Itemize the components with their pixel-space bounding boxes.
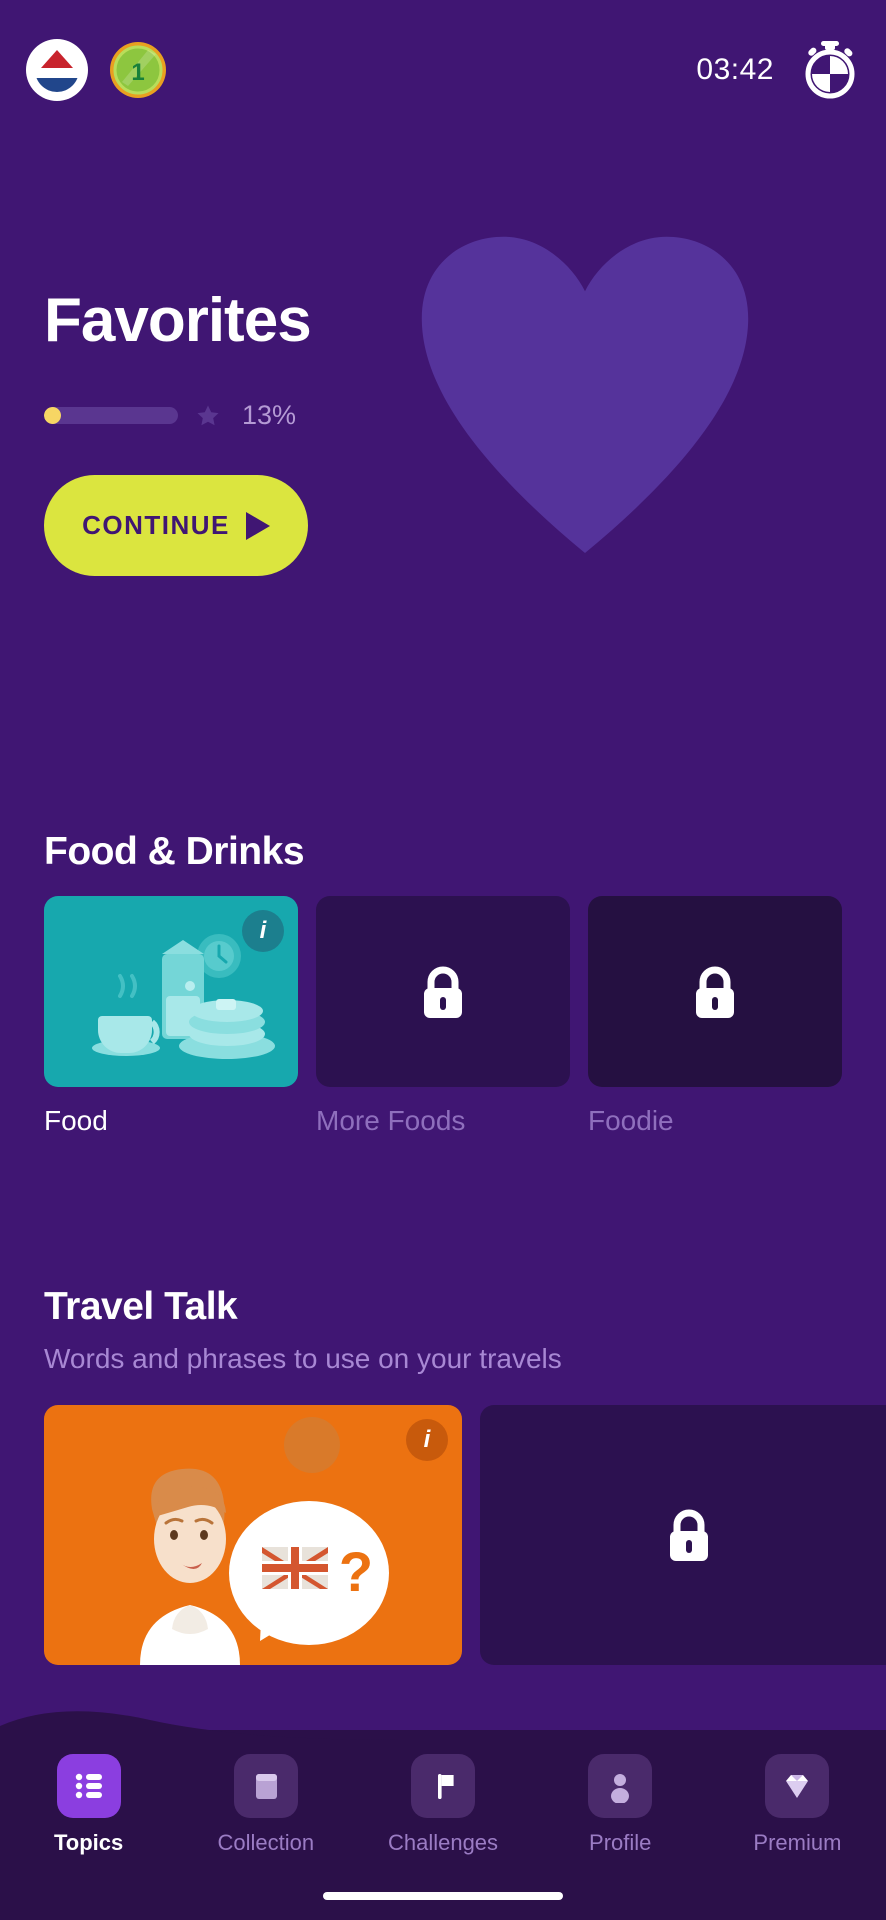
page-title: Favorites [44,286,312,355]
diamond-icon [765,1754,830,1818]
lock-icon [670,1509,708,1561]
card-thumbnail[interactable] [588,896,842,1087]
nav-label: Challenges [387,1830,499,1855]
card-thumbnail[interactable] [316,896,570,1087]
nav-item-profile[interactable]: Profile [532,1754,709,1856]
card-row[interactable]: i Food More Foods Food ie [0,896,886,1137]
topic-card-travel[interactable]: ? i [44,1405,462,1665]
card-thumbnail[interactable]: ? i [44,1405,462,1665]
nav-label: Collection [217,1830,315,1855]
play-icon [245,511,270,540]
coin-icon[interactable]: 1 [108,40,168,100]
top-bar: 1 03:42 [0,0,886,140]
lock-icon [696,966,734,1018]
continue-button-label: CONTINUE [82,510,230,540]
progress-percent: 13% [242,400,297,430]
section-subtitle: Words and phrases to use on your travels [44,1343,562,1374]
nav-label: Profile [589,1830,652,1855]
person-icon [588,1754,653,1818]
progress-row: 13% [44,400,311,431]
section-title: Travel Talk [44,1285,238,1328]
card-label: Foodie [588,1105,674,1136]
hero-section: Favorites 13% CONTINUE [44,286,312,576]
list-icon [56,1754,121,1818]
lock-icon [424,966,462,1018]
card-thumbnail[interactable]: i [44,896,298,1087]
home-indicator [323,1892,563,1900]
nav-item-challenges[interactable]: Challenges [354,1754,531,1856]
person-speech-bubble-illustration: ? [140,1417,389,1665]
card-thumbnail[interactable] [480,1405,886,1665]
continue-button[interactable]: CONTINUE [44,475,308,576]
section-food-drinks: Food & Drinks i Food More Foods Foodie [0,830,886,1137]
section-travel-talk: Travel Talk Words and phrases to use on … [0,1285,886,1665]
topic-card-foodie[interactable]: Foodie [588,896,842,1137]
topic-card-more-foods[interactable]: More Foods [316,896,570,1137]
book-icon [233,1754,298,1818]
nav-notch [0,1711,886,1744]
card-label: Food [44,1105,108,1136]
nav-item-premium[interactable]: Premium [709,1754,886,1856]
netherlands-flag-icon[interactable] [26,39,88,101]
section-title: Food & Drinks [44,830,305,873]
stopwatch-icon[interactable] [800,40,860,100]
progress-bar-fill [44,407,62,424]
nav-label: Premium [753,1830,842,1855]
question-mark: ? [339,1540,373,1603]
timer-value: 03:42 [696,53,774,86]
progress-bar [44,407,178,424]
heart-icon [421,236,749,554]
star-icon [197,405,219,425]
nav-item-collection[interactable]: Collection [177,1754,354,1856]
card-label: More Foods [316,1105,466,1136]
coin-value: 1 [131,59,144,86]
nav-label: Topics [53,1830,124,1855]
card-row[interactable]: ? i [0,1405,886,1665]
nav-item-topics[interactable]: Topics [0,1754,177,1856]
info-badge[interactable]: i [242,910,284,952]
topic-card-travel-locked[interactable] [480,1405,886,1665]
flag-icon [411,1754,475,1818]
info-badge[interactable]: i [406,1419,448,1461]
topic-card-food[interactable]: i Food [44,896,298,1137]
